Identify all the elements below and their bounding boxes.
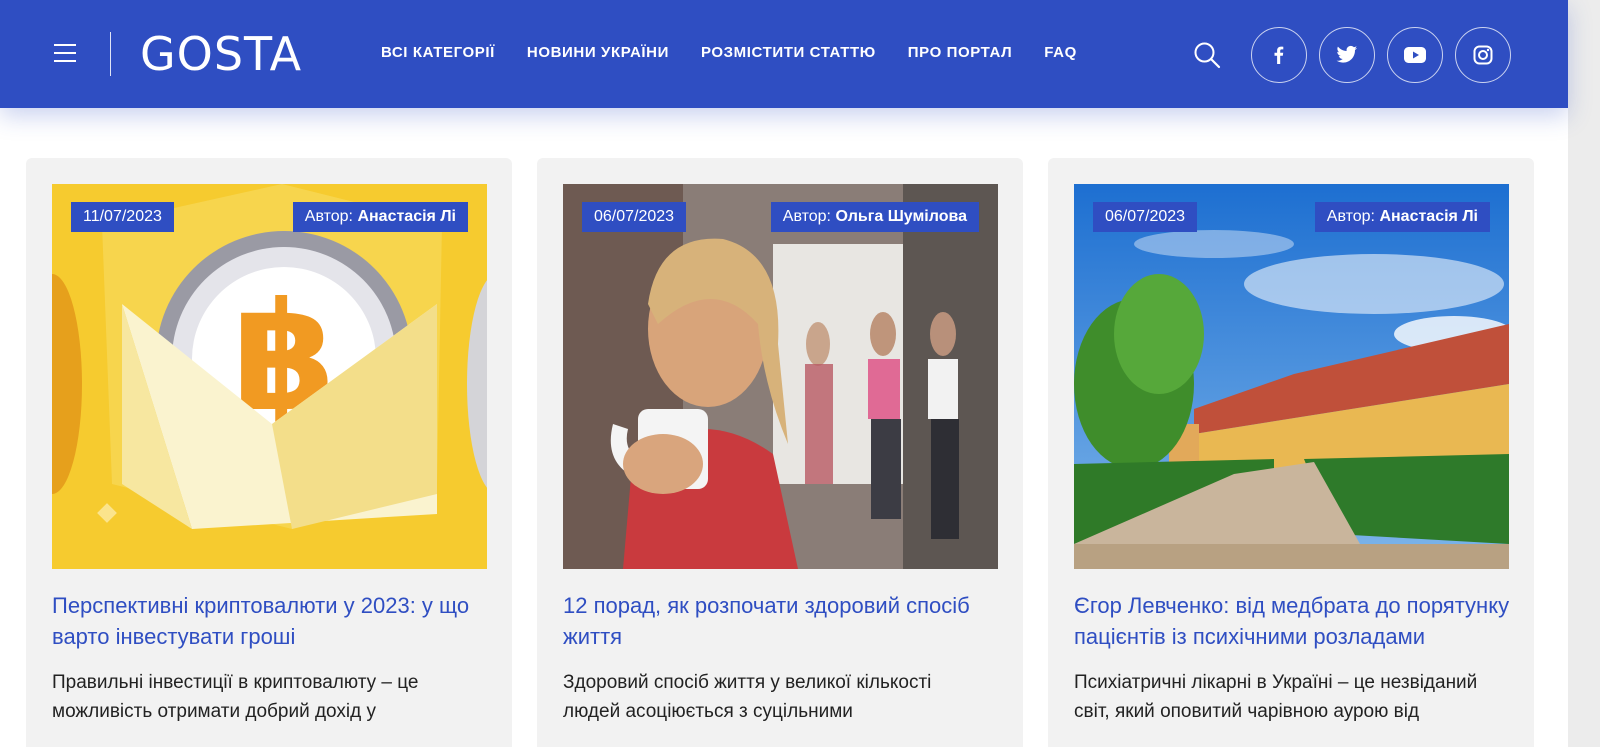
author-name: Анастасія Лі <box>1379 208 1478 225</box>
author-name: Ольга Шумілова <box>835 208 967 225</box>
article-title[interactable]: 12 порад, як розпочати здоровий спосіб ж… <box>563 590 1003 652</box>
author-label: Автор: <box>304 208 353 225</box>
youtube-icon[interactable] <box>1387 27 1443 83</box>
article-author[interactable]: Автор: Анастасія Лі <box>292 202 468 232</box>
article-image-crypto[interactable]: ฿ 11/07/2023 Автор: Анастасія Лі <box>52 184 487 569</box>
article-date: 11/07/2023 <box>71 202 174 232</box>
nav-faq[interactable]: FAQ <box>1044 44 1077 61</box>
author-name: Анастасія Лі <box>357 208 456 225</box>
article-image-hospital[interactable]: 06/07/2023 Автор: Анастасія Лі <box>1074 184 1509 569</box>
nav-ukraine-news[interactable]: НОВИНИ УКРАЇНИ <box>527 44 669 61</box>
main-nav: ВСІ КАТЕГОРІЇ НОВИНИ УКРАЇНИ РОЗМІСТИТИ … <box>381 44 1109 61</box>
scrollbar-track[interactable] <box>1568 0 1600 747</box>
article-title[interactable]: Єгор Левченко: від медбрата до порятунку… <box>1074 590 1514 652</box>
article-author[interactable]: Автор: Анастасія Лі <box>1314 202 1490 232</box>
nav-all-categories[interactable]: ВСІ КАТЕГОРІЇ <box>381 44 495 61</box>
twitter-icon[interactable] <box>1319 27 1375 83</box>
header-divider <box>110 32 111 76</box>
facebook-icon[interactable] <box>1251 27 1307 83</box>
nav-post-article[interactable]: РОЗМІСТИТИ СТАТТЮ <box>701 44 876 61</box>
article-author[interactable]: Автор: Ольга Шумілова <box>770 202 979 232</box>
article-excerpt: Правильні інвестиції в криптовалюту – це… <box>52 672 419 722</box>
instagram-icon[interactable] <box>1455 27 1511 83</box>
site-logo[interactable]: GOSTA <box>140 28 302 80</box>
article-excerpt: Здоровий спосіб життя у великої кількост… <box>563 672 932 722</box>
article-card[interactable]: ฿ 11/07/2023 Автор: Анастасія Лі Перспек… <box>26 158 512 747</box>
author-label: Автор: <box>782 208 831 225</box>
menu-icon[interactable] <box>54 44 76 62</box>
site-header: GOSTA ВСІ КАТЕГОРІЇ НОВИНИ УКРАЇНИ РОЗМІ… <box>0 0 1568 108</box>
article-card[interactable]: 06/07/2023 Автор: Анастасія Лі Єгор Левч… <box>1048 158 1534 747</box>
article-excerpt: Психіатричні лікарні в Україні – це незв… <box>1074 672 1478 722</box>
search-icon[interactable] <box>1193 41 1221 69</box>
article-date: 06/07/2023 <box>1093 202 1198 232</box>
article-date: 06/07/2023 <box>582 202 687 232</box>
nav-about-portal[interactable]: ПРО ПОРТАЛ <box>908 44 1012 61</box>
article-card[interactable]: 06/07/2023 Автор: Ольга Шумілова 12 пора… <box>537 158 1023 747</box>
article-title[interactable]: Перспективні криптовалюти у 2023: у що в… <box>52 590 492 652</box>
author-label: Автор: <box>1326 208 1375 225</box>
article-image-healthy-life[interactable]: 06/07/2023 Автор: Ольга Шумілова <box>563 184 998 569</box>
